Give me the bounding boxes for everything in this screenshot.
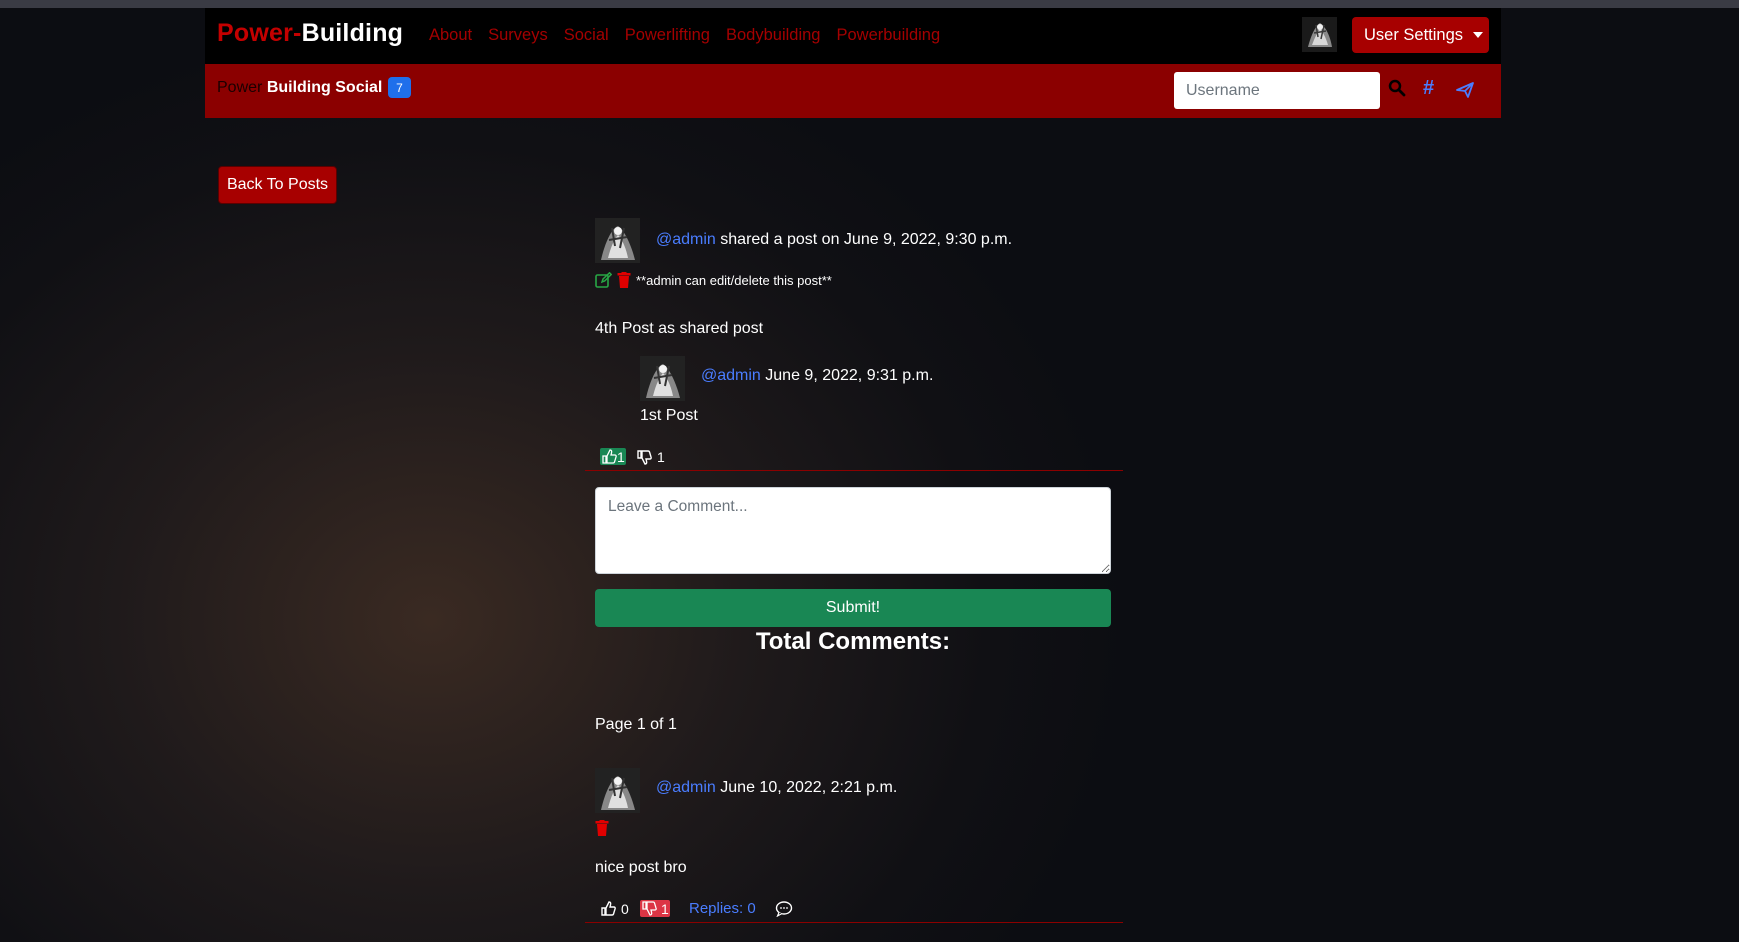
user-avatar[interactable] xyxy=(1302,17,1337,52)
nav-link-social[interactable]: Social xyxy=(564,26,609,45)
comment-header: @admin June 10, 2022, 2:21 p.m. xyxy=(656,779,897,797)
comment-textarea[interactable] xyxy=(595,487,1111,574)
post-divider xyxy=(585,470,1123,471)
nav-link-powerbuilding[interactable]: Powerbuilding xyxy=(836,26,940,45)
nav-link-surveys[interactable]: Surveys xyxy=(488,26,548,45)
reply-chat-icon[interactable] xyxy=(775,900,793,922)
comment-like-count: 0 xyxy=(621,901,629,917)
comment-author-link[interactable]: @admin xyxy=(656,779,716,796)
post-body: 4th Post as shared post xyxy=(595,320,764,337)
post-meta: shared a post on June 9, 2022, 9:30 p.m. xyxy=(720,231,1013,248)
avatar-image xyxy=(1302,17,1337,52)
pagination-text: Page 1 of 1 xyxy=(595,716,677,733)
post-dislike-button[interactable] xyxy=(636,449,653,471)
hashtag-icon[interactable]: # xyxy=(1423,77,1434,100)
social-title[interactable]: Power Building Social xyxy=(217,79,382,97)
shared-post-body: 1st Post xyxy=(640,407,698,424)
post-author-link[interactable]: @admin xyxy=(656,231,716,248)
edit-icon[interactable] xyxy=(595,271,613,293)
brand-part-2: Building xyxy=(301,19,404,47)
nav-link-bodybuilding[interactable]: Bodybuilding xyxy=(726,26,821,45)
delete-icon[interactable] xyxy=(617,272,631,293)
brand-logo[interactable]: Power-Building xyxy=(217,19,403,48)
username-search-input[interactable] xyxy=(1174,72,1380,109)
shared-post-date: June 9, 2022, 9:31 p.m. xyxy=(765,367,934,384)
comment-divider xyxy=(585,922,1123,923)
nav-links: About Surveys Social Powerlifting Bodybu… xyxy=(429,26,940,45)
comment-author-avatar[interactable] xyxy=(595,768,640,813)
post-like-count: 1 xyxy=(617,449,625,465)
shared-post-author-link[interactable]: @admin xyxy=(701,367,761,384)
back-to-posts-button[interactable]: Back To Posts xyxy=(218,166,337,204)
post-header: @admin shared a post on June 9, 2022, 9:… xyxy=(656,231,1012,249)
user-settings-label: User Settings xyxy=(1364,25,1464,44)
nav-link-about[interactable]: About xyxy=(429,26,472,45)
comment-date: June 10, 2022, 2:21 p.m. xyxy=(720,779,898,796)
user-settings-dropdown[interactable]: User Settings xyxy=(1352,17,1489,53)
comment-delete-icon[interactable] xyxy=(595,820,609,841)
replies-link[interactable]: Replies: 0 xyxy=(689,900,756,917)
total-comments-heading: Total Comments: xyxy=(755,628,951,655)
shared-post-avatar[interactable] xyxy=(640,356,685,401)
comment-body: nice post bro xyxy=(595,859,687,876)
send-icon[interactable] xyxy=(1455,81,1475,104)
caret-down-icon xyxy=(1473,32,1484,38)
brand-part-1: Power- xyxy=(217,19,302,47)
social-title-rest: Building Social xyxy=(266,79,383,96)
search-icon[interactable] xyxy=(1388,79,1406,102)
comment-like-button[interactable] xyxy=(600,900,617,922)
post-author-avatar[interactable] xyxy=(595,218,640,263)
browser-top-strip xyxy=(0,0,1739,8)
header-container: Power-Building About Surveys Social Powe… xyxy=(205,8,1501,118)
social-title-prefix: Power xyxy=(217,79,263,96)
comment-dislike-count: 1 xyxy=(661,901,669,917)
submit-comment-button[interactable]: Submit! xyxy=(595,589,1111,627)
nav-link-powerlifting[interactable]: Powerlifting xyxy=(625,26,710,45)
social-subnav: Power Building Social 7 # xyxy=(205,64,1501,118)
notification-badge[interactable]: 7 xyxy=(388,77,411,98)
main-navbar: Power-Building About Surveys Social Powe… xyxy=(205,8,1501,64)
admin-note: **admin can edit/delete this post** xyxy=(636,273,832,288)
post-dislike-count: 1 xyxy=(657,449,665,465)
shared-post-header: @admin June 9, 2022, 9:31 p.m. xyxy=(701,367,933,385)
